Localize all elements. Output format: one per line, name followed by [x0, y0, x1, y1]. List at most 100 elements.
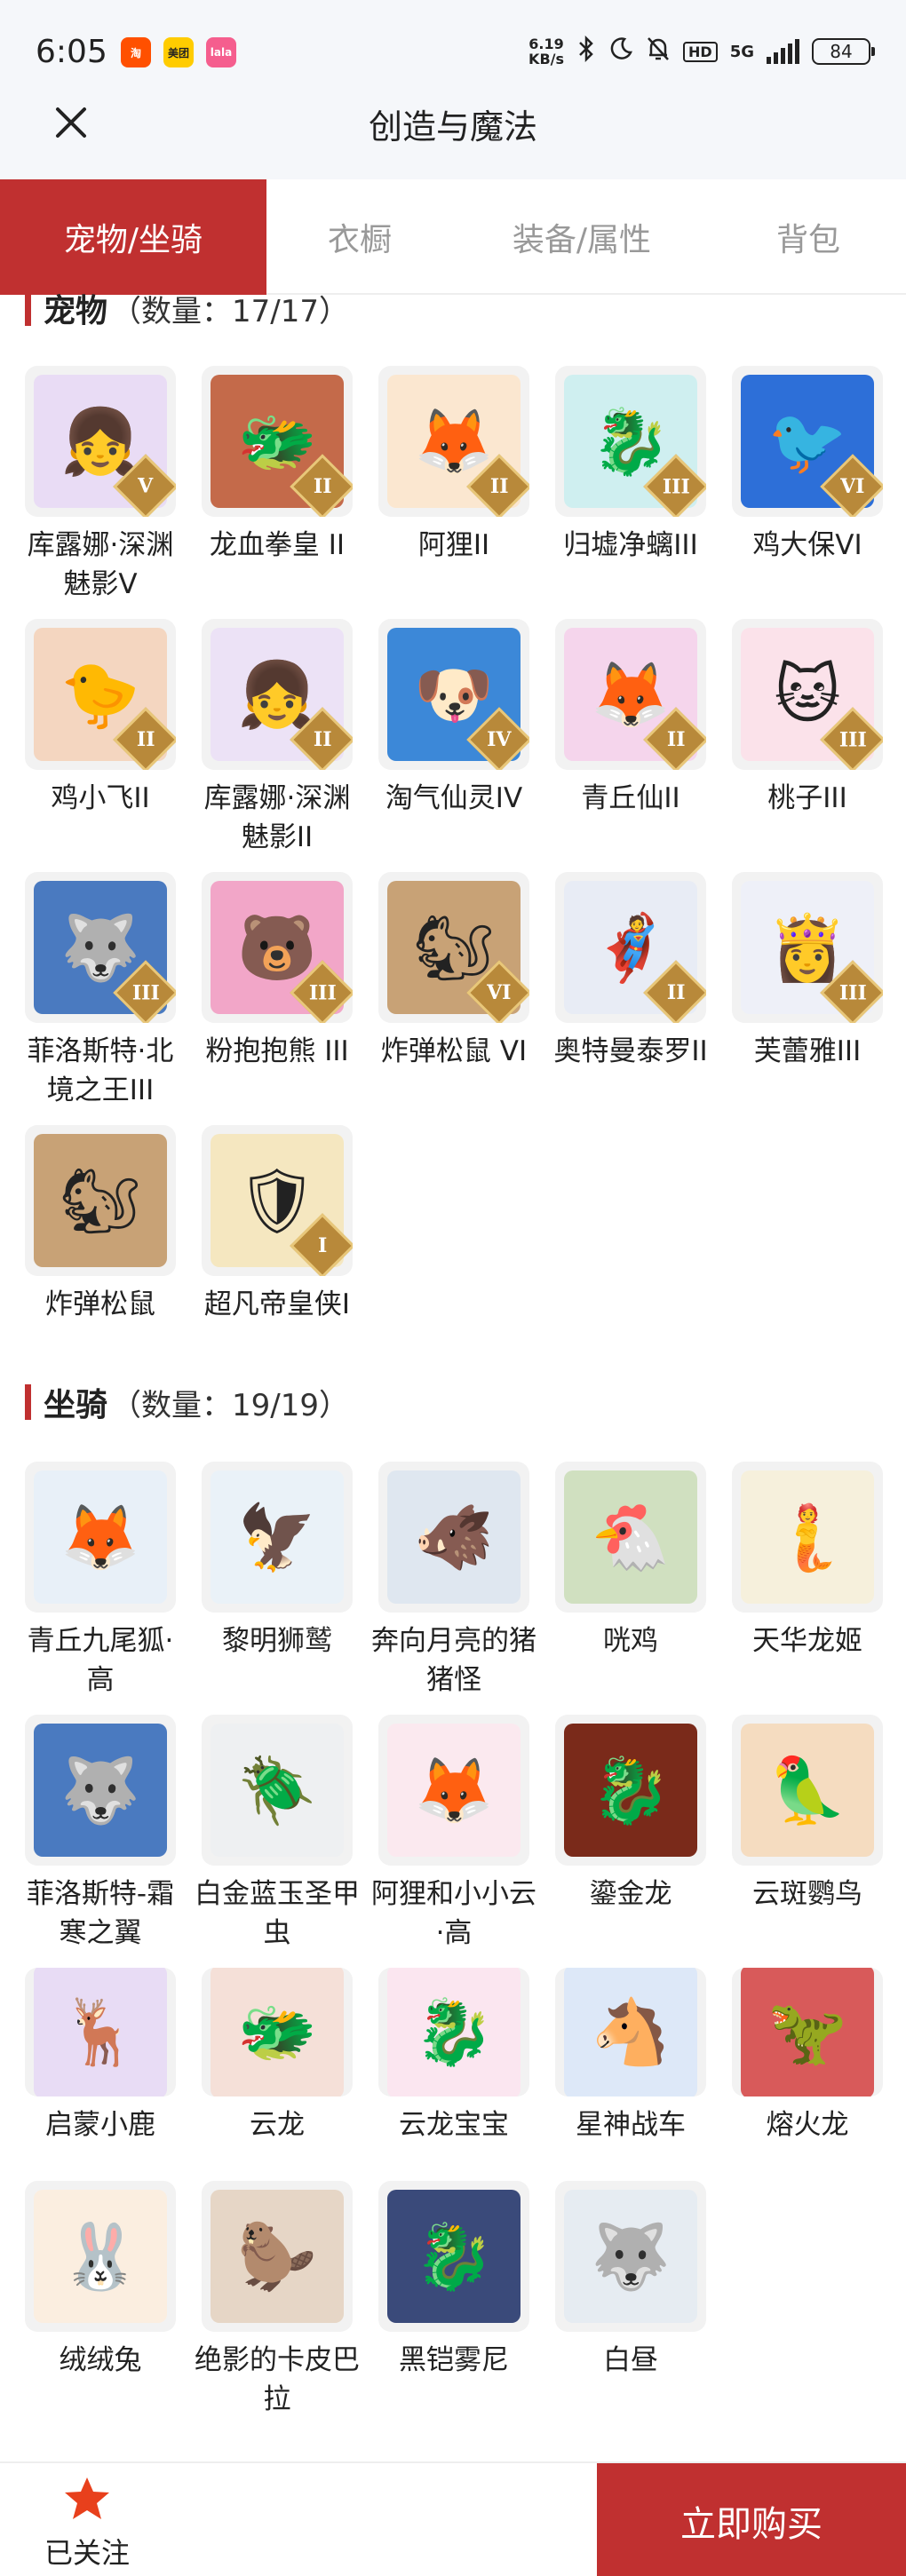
character-art-icon: 🦌	[34, 1968, 167, 2096]
pet-card[interactable]: 🐦 VI 鸡大保VI	[732, 366, 883, 619]
mount-card[interactable]: 🐲 云龙	[202, 1968, 353, 2181]
mount-card[interactable]: 🦊 青丘九尾狐·高	[25, 1462, 176, 1715]
pet-image: 👧 II	[202, 619, 353, 770]
mount-card[interactable]: 🦊 阿狸和小小云·高	[371, 1715, 536, 1968]
pet-image: 🐤 II	[25, 619, 176, 770]
tab-wardrobe[interactable]: 衣橱	[266, 179, 453, 295]
mount-card[interactable]: 🦌 启蒙小鹿	[25, 1968, 176, 2181]
pet-card[interactable]: 🦊 II 青丘仙II	[555, 619, 706, 872]
pet-card[interactable]: 🐻 III 粉抱抱熊 III	[202, 872, 353, 1125]
rank-numeral: IV	[487, 728, 512, 751]
mount-name: 咣鸡	[603, 1625, 658, 1657]
mount-name: 黑铠雾尼	[399, 2344, 509, 2376]
mount-image: 🐉	[378, 2181, 529, 2332]
pet-card[interactable]: 🐱 III 桃子III	[732, 619, 883, 872]
pet-card[interactable]: 🐉 III 归墟净螭III	[555, 366, 706, 619]
pet-name: 粉抱抱熊 III	[205, 1035, 349, 1067]
pet-image: 🛡 I	[202, 1125, 353, 1276]
pet-image: 🐿	[25, 1125, 176, 1276]
meituan-app-icon: 美团	[163, 37, 194, 67]
mount-card[interactable]: 🐴 星神战车	[555, 1968, 706, 2181]
mount-image: 🐴	[555, 1968, 706, 2096]
mount-card[interactable]: 🐺 白昼	[555, 2181, 706, 2434]
mount-card[interactable]: 🐗 奔向月亮的猪猪怪	[371, 1462, 536, 1715]
page-title: 创造与魔法	[368, 107, 537, 147]
net-speed-unit: KB/s	[528, 51, 565, 67]
mount-image: 🦖	[732, 1968, 883, 2096]
follow-button[interactable]: 已关注	[43, 2476, 131, 2572]
bluetooth-icon	[576, 35, 596, 67]
bottom-bar: 已关注 立即购买	[0, 2461, 906, 2576]
mount-card[interactable]: 🐉 黑铠雾尼	[378, 2181, 529, 2434]
mount-name: 奔向月亮的猪猪怪	[371, 1625, 536, 1696]
mount-name: 绒绒兔	[59, 2344, 142, 2376]
title-bar: 创造与魔法	[0, 89, 906, 179]
pet-card[interactable]: 🐤 II 鸡小飞II	[25, 619, 176, 872]
mount-card[interactable]: 🐉 云龙宝宝	[378, 1968, 529, 2181]
battery-icon: 84	[812, 38, 875, 65]
pets-section-header: 宠物 （数量：17/17）	[25, 288, 349, 329]
pet-card[interactable]: 👧 V 库露娜·深渊魅影V	[25, 366, 176, 619]
pet-card[interactable]: 🦸 II 奥特曼泰罗II	[553, 872, 708, 1125]
mount-card[interactable]: 🦖 熔火龙	[732, 1968, 883, 2181]
pet-image: 🐻 III	[202, 872, 353, 1023]
mounts-section-header: 坐骑 （数量：19/19）	[25, 1382, 349, 1423]
pet-image: 🐦 VI	[732, 366, 883, 517]
character-art-icon: 🐺	[34, 1724, 167, 1857]
pet-card[interactable]: 🐶 IV 淘气仙灵IV	[378, 619, 529, 872]
pet-card[interactable]: 🦊 II 阿狸II	[378, 366, 529, 619]
pet-card[interactable]: 🐲 II 龙血拳皇 II	[202, 366, 353, 619]
rank-numeral: V	[138, 474, 154, 498]
tab-backpack[interactable]: 背包	[711, 179, 906, 295]
character-art-icon: 🐉	[387, 2190, 521, 2323]
pet-card[interactable]: 🐿 VI 炸弹松鼠 VI	[378, 872, 529, 1125]
mount-card[interactable]: 🐔 咣鸡	[555, 1462, 706, 1715]
mount-card[interactable]: 🐰 绒绒兔	[25, 2181, 176, 2434]
character-art-icon: 🦅	[211, 1470, 344, 1604]
mount-image: 🦫	[202, 2181, 353, 2332]
mount-card[interactable]: 🪲 白金蓝玉圣甲虫	[195, 1715, 360, 1968]
pet-card[interactable]: 🐺 III 菲洛斯特·北境之王III	[25, 872, 176, 1125]
mount-card[interactable]: 🐉 鎏金龙	[555, 1715, 706, 1968]
rank-numeral: II	[666, 981, 686, 1004]
mount-card[interactable]: 🦜 云斑鹦鸟	[732, 1715, 883, 1968]
character-art-icon: 🦫	[211, 2190, 344, 2323]
pet-image: 🦊 II	[555, 619, 706, 770]
pet-card[interactable]: 👸 III 芙蕾雅III	[732, 872, 883, 1125]
pets-section-title: 宠物	[44, 293, 108, 329]
pet-name: 龙血拳皇 II	[209, 529, 346, 561]
rank-numeral: II	[313, 475, 332, 498]
character-art-icon: 🐲	[211, 1968, 344, 2096]
rank-numeral: III	[308, 981, 337, 1004]
mount-image: 🐉	[378, 1968, 529, 2096]
character-art-icon: 🐴	[564, 1968, 697, 2096]
pet-card[interactable]: 🐿 炸弹松鼠	[25, 1125, 176, 1378]
pet-name: 炸弹松鼠	[45, 1288, 155, 1320]
rank-numeral: III	[662, 475, 690, 498]
mount-name: 天华龙姬	[752, 1625, 862, 1657]
signal-icon	[767, 39, 799, 64]
hd-badge: HD	[683, 41, 718, 62]
pet-name: 鸡大保VI	[752, 529, 862, 561]
tab-equipment[interactable]: 装备/属性	[453, 179, 711, 295]
pet-card[interactable]: 🛡 I 超凡帝皇侠I	[202, 1125, 353, 1378]
pet-card[interactable]: 👧 II 库露娜·深渊魅影II	[202, 619, 353, 872]
rank-numeral: III	[131, 981, 160, 1004]
buy-now-button[interactable]: 立即购买	[597, 2463, 906, 2576]
rank-numeral: II	[136, 728, 155, 751]
mount-card[interactable]: 🦫 绝影的卡皮巴拉	[195, 2181, 360, 2434]
mount-image: 🪲	[202, 1715, 353, 1866]
tab-pets-mounts[interactable]: 宠物/坐骑	[0, 179, 266, 295]
pet-name: 淘气仙灵IV	[385, 782, 523, 814]
pet-name: 芙蕾雅III	[753, 1035, 862, 1067]
mount-image: 🐗	[378, 1462, 529, 1613]
pet-image: 🐶 IV	[378, 619, 529, 770]
mount-image: 🐺	[555, 2181, 706, 2332]
mount-card[interactable]: 🧜 天华龙姬	[732, 1462, 883, 1715]
rank-numeral: III	[838, 728, 867, 751]
pet-image: 🐿 VI	[378, 872, 529, 1023]
pet-name: 奥特曼泰罗II	[553, 1035, 708, 1067]
mount-card[interactable]: 🦅 黎明狮鹫	[202, 1462, 353, 1715]
mount-card[interactable]: 🐺 菲洛斯特-霜寒之翼	[25, 1715, 176, 1968]
mount-name: 阿狸和小小云·高	[371, 1878, 536, 1949]
